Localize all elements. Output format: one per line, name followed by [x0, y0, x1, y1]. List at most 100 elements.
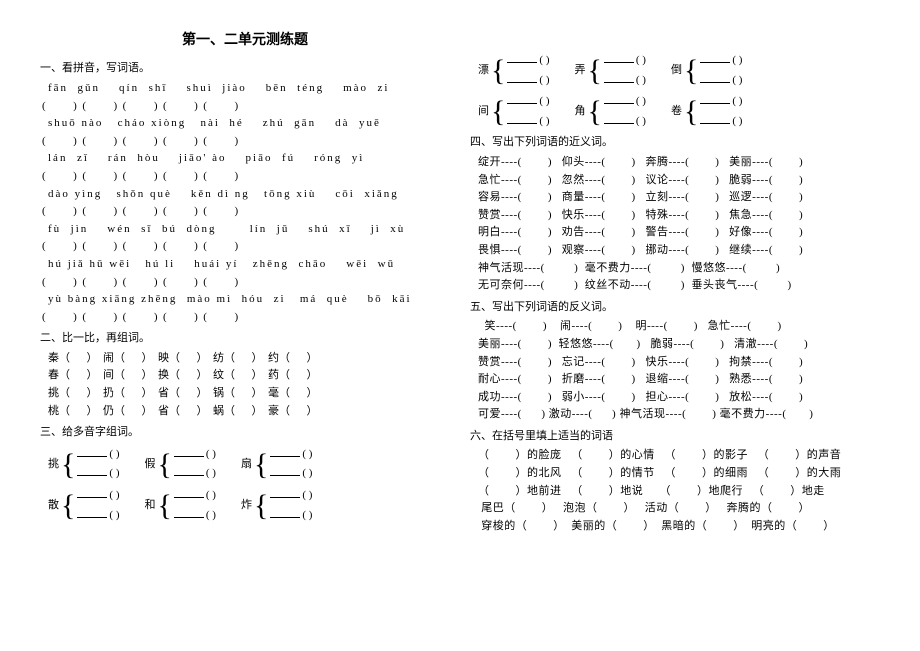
- synonym-row[interactable]: 明白----( ) 劝告----( ) 警告----( ) 好像----( ): [470, 224, 880, 242]
- brace-icon: {: [684, 57, 698, 84]
- blank-line[interactable]: [507, 73, 537, 83]
- polyphone-char: 弄: [574, 62, 585, 80]
- antonym-row[interactable]: 成功----( ) 弱小----( ) 担心----( ) 放松----( ): [470, 389, 880, 407]
- pinyin-row: fān gǔn qín shī shuì jiào bēn téng mào z…: [40, 80, 450, 98]
- blank-line[interactable]: [270, 466, 300, 476]
- left-column: 第一、二单元测练题 一、看拼音，写词语。 fān gǔn qín shī shu…: [40, 30, 450, 535]
- fill-row[interactable]: （ ）的北风 （ ）的情节 （ ）的细雨 （ ）的大雨: [470, 465, 880, 483]
- blank-line[interactable]: [700, 73, 730, 83]
- polyphone-group: 散{( )( ) 和{( )( ) 炸{( )( ): [40, 487, 450, 524]
- pinyin-row: dào yìng shǒn què kěn dì ng tōng xiù cōi…: [40, 186, 450, 204]
- polyphone-item[interactable]: 卷{( )( ): [671, 93, 742, 130]
- brace-icon: {: [61, 492, 75, 519]
- blank-line[interactable]: [700, 53, 730, 63]
- synonym-row[interactable]: 畏惧----( ) 观察----( ) 挪动----( ) 继续----( ): [470, 242, 880, 260]
- blank-line[interactable]: [507, 114, 537, 124]
- antonym-row[interactable]: 美丽----( ) 轻悠悠----( ) 脆弱----( ) 清澈----( ): [470, 336, 880, 354]
- fill-row[interactable]: （ ）的脸庞 （ ）的心情 （ ）的影子 （ ）的声音: [470, 447, 880, 465]
- blank-line[interactable]: [604, 114, 634, 124]
- paren-row[interactable]: ( ) ( ) ( ) ( ) ( ): [40, 168, 450, 186]
- blank-line[interactable]: [604, 73, 634, 83]
- brace-icon: {: [157, 492, 171, 519]
- brace-icon: {: [684, 98, 698, 125]
- pinyin-row: lán zǐ rán hòu jiāo' ào piāo fú róng yì: [40, 150, 450, 168]
- compare-row[interactable]: 挑（ ） 扔（ ） 省（ ） 锅（ ） 毫（ ）: [40, 385, 450, 403]
- synonym-row[interactable]: 绽开----( ) 仰头----( ) 奔腾----( ) 美丽----( ): [470, 154, 880, 172]
- paren-row[interactable]: ( ) ( ) ( ) ( ) ( ): [40, 98, 450, 116]
- paren-row[interactable]: ( ) ( ) ( ) ( ) ( ): [40, 274, 450, 292]
- polyphone-item[interactable]: 角{( )( ): [574, 93, 645, 130]
- polyphone-char: 炸: [241, 497, 252, 515]
- fill-row[interactable]: 尾巴（ ） 泡泡（ ） 活动（ ） 奔腾的（ ）: [470, 500, 880, 518]
- paren-row[interactable]: ( ) ( ) ( ) ( ) ( ): [40, 203, 450, 221]
- compare-row[interactable]: 春（ ） 间（ ） 换（ ） 纹（ ） 药（ ）: [40, 367, 450, 385]
- polyphone-char: 扇: [241, 456, 252, 474]
- blank-line[interactable]: [174, 447, 204, 457]
- synonym-row[interactable]: 无可奈何----( ) 纹丝不动----( ) 垂头丧气----( ): [470, 277, 880, 295]
- pinyin-row: fù jìn wén sī bú dòng lín jū shú xī jì x…: [40, 221, 450, 239]
- fill-row[interactable]: （ ）地前进 （ ）地说 （ ）地爬行 （ ）地走: [470, 483, 880, 501]
- paren-row[interactable]: ( ) ( ) ( ) ( ) ( ): [40, 238, 450, 256]
- section6-head: 六、在括号里填上适当的词语: [470, 428, 880, 446]
- polyphone-item[interactable]: 扇{( )( ): [241, 446, 312, 483]
- polyphone-item[interactable]: 炸{( )( ): [241, 487, 312, 524]
- synonym-row[interactable]: 赞赏----( ) 快乐----( ) 特殊----( ) 焦急----( ): [470, 207, 880, 225]
- section1-head: 一、看拼音，写词语。: [40, 60, 450, 78]
- blank-line[interactable]: [174, 488, 204, 498]
- blank-line[interactable]: [270, 508, 300, 518]
- polyphone-char: 散: [48, 497, 59, 515]
- compare-row[interactable]: 桃（ ） 仍（ ） 省（ ） 蜗（ ） 豪（ ）: [40, 403, 450, 421]
- right-column: 漂{( )( ) 弄{( )( ) 倒{( )( ) 间{( )( ) 角{( )( …: [470, 30, 880, 535]
- brace-icon: {: [157, 451, 171, 478]
- polyphone-item[interactable]: 弄{( )( ): [574, 52, 645, 89]
- polyphone-item[interactable]: 假{( )( ): [144, 446, 215, 483]
- polyphone-item[interactable]: 挑{( )( ): [48, 446, 119, 483]
- polyphone-group: 挑{( )( ) 假{( )( ) 扇{( )( ): [40, 446, 450, 483]
- synonym-row[interactable]: 急忙----( ) 忽然----( ) 议论----( ) 脆弱----( ): [470, 172, 880, 190]
- fill-row[interactable]: 穿梭的（ ） 美丽的（ ） 黑暗的（ ） 明亮的（ ）: [470, 518, 880, 536]
- brace-icon: {: [587, 98, 601, 125]
- blank-line[interactable]: [77, 488, 107, 498]
- brace-icon: {: [587, 57, 601, 84]
- polyphone-group: 间{( )( ) 角{( )( ) 卷{( )( ): [470, 93, 880, 130]
- blank-line[interactable]: [174, 508, 204, 518]
- section5-head: 五、写出下列词语的反义词。: [470, 299, 880, 317]
- antonym-row[interactable]: 赞赏----( ) 忘记----( ) 快乐----( ) 拘禁----( ): [470, 354, 880, 372]
- blank-line[interactable]: [270, 447, 300, 457]
- blank-line[interactable]: [77, 508, 107, 518]
- blank-line[interactable]: [174, 466, 204, 476]
- brace-icon: {: [254, 492, 268, 519]
- blank-line[interactable]: [77, 466, 107, 476]
- paren-row[interactable]: ( ) ( ) ( ) ( ) ( ): [40, 133, 450, 151]
- polyphone-char: 漂: [478, 62, 489, 80]
- pinyin-row: yù bàng xiāng zhēng mào mì hóu zi má què…: [40, 291, 450, 309]
- section2-head: 二、比一比，再组词。: [40, 330, 450, 348]
- polyphone-char: 角: [574, 103, 585, 121]
- antonym-row[interactable]: 耐心----( ) 折磨----( ) 退缩----( ) 熟悉----( ): [470, 371, 880, 389]
- polyphone-item[interactable]: 散{( )( ): [48, 487, 119, 524]
- antonym-row[interactable]: 可爱----( ) 激动----( ) 神气活现----( ) 毫不费力----…: [470, 406, 880, 424]
- brace-icon: {: [61, 451, 75, 478]
- synonym-row[interactable]: 神气活现----( ) 毫不费力----( ) 慢悠悠----( ): [470, 260, 880, 278]
- polyphone-item[interactable]: 和{( )( ): [144, 487, 215, 524]
- blank-line[interactable]: [507, 94, 537, 104]
- blank-line[interactable]: [604, 53, 634, 63]
- paren-row[interactable]: ( ) ( ) ( ) ( ) ( ): [40, 309, 450, 327]
- polyphone-group: 漂{( )( ) 弄{( )( ) 倒{( )( ): [470, 52, 880, 89]
- polyphone-char: 间: [478, 103, 489, 121]
- polyphone-item[interactable]: 间{( )( ): [478, 93, 549, 130]
- synonym-row[interactable]: 容易----( ) 商量----( ) 立刻----( ) 巡逻----( ): [470, 189, 880, 207]
- blank-line[interactable]: [604, 94, 634, 104]
- pinyin-row: hú jiǎ hū wēi hú li huái yí zhēng chāo w…: [40, 256, 450, 274]
- polyphone-item[interactable]: 倒{( )( ): [671, 52, 742, 89]
- blank-line[interactable]: [700, 114, 730, 124]
- compare-row[interactable]: 秦（ ） 闹（ ） 映（ ） 纺（ ） 约（ ）: [40, 350, 450, 368]
- blank-line[interactable]: [77, 447, 107, 457]
- pinyin-row: shuō nào cháo xiòng nài hé zhú gān dà yu…: [40, 115, 450, 133]
- polyphone-item[interactable]: 漂{( )( ): [478, 52, 549, 89]
- blank-line[interactable]: [507, 53, 537, 63]
- blank-line[interactable]: [700, 94, 730, 104]
- blank-line[interactable]: [270, 488, 300, 498]
- polyphone-char: 挑: [48, 456, 59, 474]
- antonym-row[interactable]: 笑----( ) 闹----( ) 明----( ) 急忙----( ): [470, 318, 880, 336]
